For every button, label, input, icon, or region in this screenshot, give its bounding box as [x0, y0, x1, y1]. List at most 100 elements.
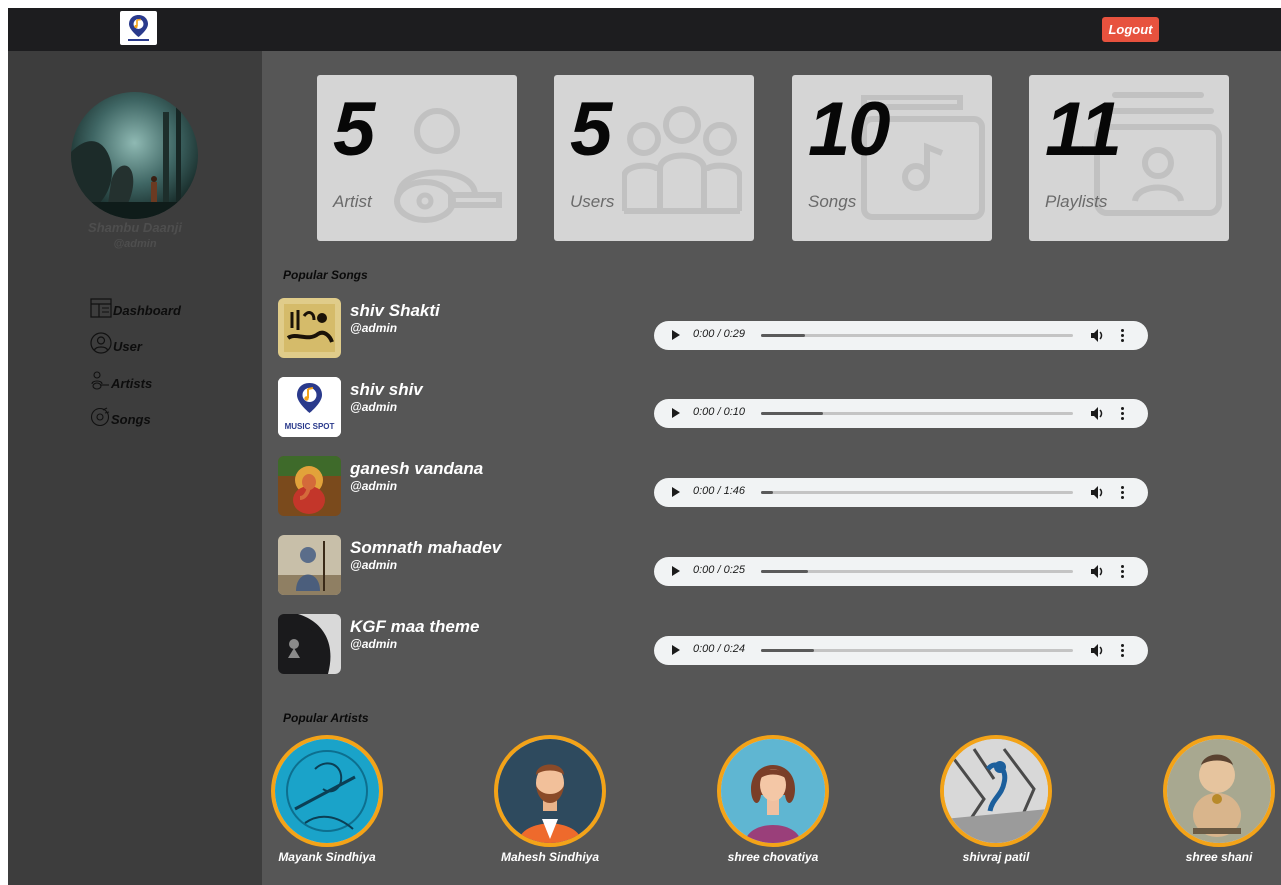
volume-icon[interactable] [1091, 644, 1105, 657]
song-thumbnail[interactable] [278, 298, 341, 358]
more-options-icon[interactable] [1121, 329, 1124, 342]
users-icon [622, 106, 742, 214]
song-title: KGF maa theme [350, 617, 480, 636]
song-thumbnail[interactable] [278, 535, 341, 595]
artist-avatar [940, 735, 1052, 847]
more-options-icon[interactable] [1121, 486, 1124, 499]
nav-dashboard-label: Dashboard [113, 303, 181, 318]
artist-card[interactable]: Mahesh Sindhiya [494, 735, 606, 875]
audio-progress-bar[interactable] [761, 412, 1073, 415]
nav-user-label: User [113, 339, 142, 354]
volume-icon[interactable] [1091, 486, 1105, 499]
artist-card[interactable]: shree shani [1163, 735, 1275, 875]
play-icon[interactable] [672, 566, 680, 576]
profile-avatar[interactable] [71, 92, 198, 219]
nav-user[interactable]: User [90, 332, 142, 354]
dashboard-icon [90, 298, 112, 318]
song-row: MUSIC SPOT shiv shiv @admin 0:00 / 0:10 [278, 377, 1178, 437]
audio-progress-bar[interactable] [761, 649, 1073, 652]
artist-icon [91, 371, 109, 390]
stat-card-users[interactable]: 5 Users [554, 75, 754, 241]
nav-artists[interactable]: Artists [90, 371, 152, 391]
volume-icon[interactable] [1091, 407, 1105, 420]
audio-progress-bar[interactable] [761, 491, 1073, 494]
guitar-player-icon [394, 108, 502, 223]
audio-progress-fill [761, 491, 774, 494]
song-row: shiv Shakti @admin 0:00 / 0:29 [278, 298, 1178, 358]
songs-icon [90, 407, 110, 427]
audio-progress-fill [761, 412, 824, 415]
artist-name: Mahesh Sindhiya [500, 850, 600, 864]
app-window: Logout Shambu Daanji @admin Dashboard Us… [8, 8, 1281, 885]
song-title: ganesh vandana [350, 459, 484, 478]
song-artist: @admin [350, 558, 398, 572]
play-icon[interactable] [672, 408, 680, 418]
stat-artist-value: 5 [333, 87, 375, 172]
audio-progress-bar[interactable] [761, 570, 1073, 573]
audio-time: 0:00 / 0:25 [693, 564, 745, 576]
song-row: KGF maa theme @admin 0:00 / 0:24 [278, 614, 1178, 674]
music-spot-logo[interactable] [120, 11, 157, 45]
song-row: Somnath mahadev @admin 0:00 / 0:25 [278, 535, 1178, 595]
artist-name: Mayank Sindhiya [278, 850, 376, 864]
stat-card-songs[interactable]: 10 Songs [792, 75, 992, 241]
nav-songs[interactable]: Songs [90, 407, 151, 427]
play-icon[interactable] [672, 487, 680, 497]
stat-card-playlists[interactable]: 11 Playlists [1029, 75, 1229, 241]
logout-button[interactable]: Logout [1102, 17, 1159, 42]
nav-dashboard[interactable]: Dashboard [90, 298, 181, 318]
artist-card[interactable]: shree chovatiya [717, 735, 829, 875]
audio-player[interactable]: 0:00 / 0:25 [654, 557, 1148, 586]
audio-progress-fill [761, 649, 815, 652]
more-options-icon[interactable] [1121, 644, 1124, 657]
stat-playlists-value: 11 [1045, 87, 1122, 172]
artist-avatar [1163, 735, 1275, 847]
stat-users-value: 5 [570, 87, 612, 172]
audio-time: 0:00 / 0:10 [693, 406, 745, 418]
more-options-icon[interactable] [1121, 407, 1124, 420]
song-thumbnail[interactable] [278, 614, 341, 674]
audio-player[interactable]: 0:00 / 0:10 [654, 399, 1148, 428]
audio-player[interactable]: 0:00 / 0:24 [654, 636, 1148, 665]
song-title: Somnath mahadev [350, 538, 502, 557]
user-name: Shambu Daanji [88, 220, 182, 235]
stat-card-artist[interactable]: 5 Artist [317, 75, 517, 241]
song-title: shiv Shakti [350, 301, 440, 320]
stat-songs-label: Songs [808, 192, 857, 211]
song-title: shiv shiv [350, 380, 423, 399]
logo-icon [128, 15, 149, 41]
audio-progress-fill [761, 570, 808, 573]
stat-playlists-label: Playlists [1045, 192, 1108, 211]
play-icon[interactable] [672, 645, 680, 655]
song-artist: @admin [350, 321, 398, 335]
artist-card[interactable]: shivraj patil [940, 735, 1052, 875]
user-handle: @admin [113, 238, 157, 250]
volume-icon[interactable] [1091, 565, 1105, 578]
play-icon[interactable] [672, 330, 680, 340]
more-options-icon[interactable] [1121, 565, 1124, 578]
artist-avatar [494, 735, 606, 847]
song-thumbnail[interactable]: MUSIC SPOT [278, 377, 341, 437]
stat-artist-label: Artist [333, 192, 372, 211]
thumb-logo-text: MUSIC SPOT [285, 422, 335, 431]
song-artist: @admin [350, 637, 398, 651]
popular-artists-heading: Popular Artists [283, 711, 369, 725]
song-thumbnail[interactable] [278, 456, 341, 516]
volume-icon[interactable] [1091, 329, 1105, 342]
audio-time: 0:00 / 0:24 [693, 643, 745, 655]
song-row: ganesh vandana @admin 0:00 / 1:46 [278, 456, 1178, 516]
audio-time: 0:00 / 0:29 [693, 328, 745, 340]
sidebar: Shambu Daanji @admin Dashboard User Arti… [8, 51, 262, 885]
artist-avatar [271, 735, 383, 847]
artist-card[interactable]: Mayank Sindhiya [271, 735, 383, 875]
audio-progress-fill [761, 334, 805, 337]
song-artist: @admin [350, 479, 398, 493]
nav-artists-label: Artists [111, 376, 153, 391]
audio-player[interactable]: 0:00 / 0:29 [654, 321, 1148, 350]
audio-player[interactable]: 0:00 / 1:46 [654, 478, 1148, 507]
popular-songs-heading: Popular Songs [283, 268, 368, 282]
audio-time: 0:00 / 1:46 [693, 485, 745, 497]
artist-name: shree chovatiya [727, 850, 819, 864]
artist-name: shree shani [1185, 850, 1253, 864]
audio-progress-bar[interactable] [761, 334, 1073, 337]
